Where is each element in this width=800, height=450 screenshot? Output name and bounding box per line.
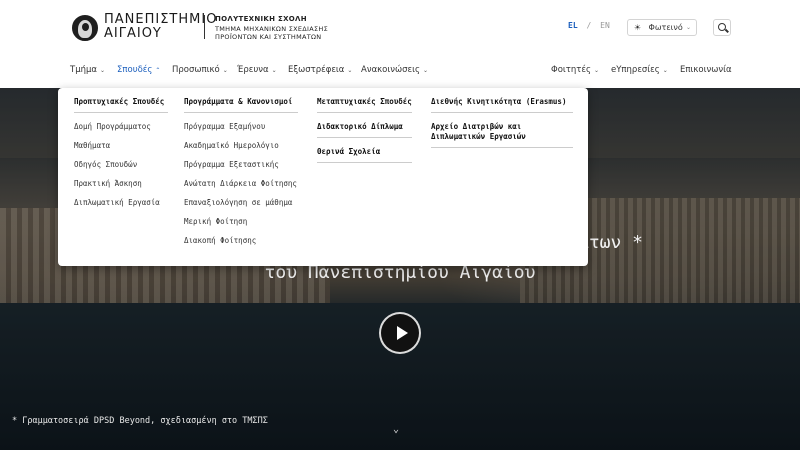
menu-link[interactable]: Δομή Προγράμματος bbox=[74, 122, 168, 132]
nav-item-contact[interactable]: Επικοινωνία bbox=[680, 65, 732, 75]
main-nav: Τμήμα ⌄ Σπουδές ⌃ Προσωπικό ⌄ Έρευνα ⌄ Εξωστ… bbox=[0, 62, 800, 80]
nav-item-research[interactable]: Έρευνα ⌄ bbox=[237, 65, 277, 75]
theme-label: Φωτεινό bbox=[648, 23, 683, 32]
menu-heading-postgrad[interactable]: Μεταπτυχιακές Σπουδές bbox=[317, 97, 412, 113]
menu-column-postgrad: Μεταπτυχιακές Σπουδές Διδακτορικό Δίπλωμ… bbox=[317, 97, 412, 172]
site-header: ΠΑΝΕΠΙΣΤΗΜΙΟ ΑΙΓΑΙΟΥ ΠΟΛΥΤΕΧΝΙΚΗ ΣΧΟΛΗ Τ… bbox=[0, 0, 800, 88]
menu-heading-thesis-archive[interactable]: Αρχείο Διατριβών και Διπλωματικών Εργασι… bbox=[431, 122, 573, 148]
chevron-down-icon: ⌄ bbox=[100, 67, 106, 74]
chevron-down-icon: ⌄ bbox=[662, 67, 668, 74]
thesis-archive-line1: Αρχείο Διατριβών και bbox=[431, 122, 522, 131]
font-credit-note: * Γραμματοσειρά DPSD Beyond, σχεδιασμένη… bbox=[12, 416, 268, 426]
menu-heading-summer-schools[interactable]: Θερινά Σχολεία bbox=[317, 147, 412, 163]
menu-link[interactable]: Διπλωματική Εργασία bbox=[74, 198, 168, 208]
play-icon bbox=[397, 326, 408, 340]
menu-link[interactable]: Μερική Φοίτηση bbox=[184, 217, 298, 227]
lang-el-link[interactable]: EL bbox=[568, 21, 578, 30]
language-switcher: EL / EN bbox=[568, 21, 610, 30]
menu-link[interactable]: Πρόγραμμα Εξαμήνου bbox=[184, 122, 298, 132]
menu-link[interactable]: Ακαδημαϊκό Ημερολόγιο bbox=[184, 141, 298, 151]
chevron-down-icon[interactable]: ⌄ bbox=[393, 424, 399, 435]
chevron-up-icon: ⌃ bbox=[155, 67, 161, 74]
department-name-line2: ΠΡΟΪΟΝΤΩΝ ΚΑΙ ΣΥΣΤΗΜΑΤΩΝ bbox=[215, 33, 322, 41]
menu-link[interactable]: Πρακτική Άσκηση bbox=[74, 179, 168, 189]
menu-link[interactable]: Οδηγός Σπουδών bbox=[74, 160, 168, 170]
menu-heading-programs[interactable]: Προγράμματα & Κανονισμοί bbox=[184, 97, 298, 113]
menu-heading-erasmus[interactable]: Διεθνής Κινητικότητα (Erasmus) bbox=[431, 97, 573, 113]
sun-icon: ☀ bbox=[633, 23, 642, 32]
lang-separator: / bbox=[586, 21, 592, 30]
play-video-button[interactable] bbox=[379, 312, 421, 354]
menu-link[interactable]: Ανώτατη Διάρκεια Φοίτησης bbox=[184, 179, 298, 189]
university-name-line1: ΠΑΝΕΠΙΣΤΗΜΙΟ bbox=[104, 12, 218, 27]
nav-item-studies[interactable]: Σπουδές ⌃ bbox=[117, 65, 160, 75]
nav-item-students[interactable]: Φοιτητές ⌄ bbox=[551, 65, 599, 75]
menu-heading-undergrad[interactable]: Προπτυχιακές Σπουδές bbox=[74, 97, 168, 113]
nav-item-staff[interactable]: Προσωπικό ⌄ bbox=[172, 65, 228, 75]
nav-item-department[interactable]: Τμήμα ⌄ bbox=[70, 65, 105, 75]
department-name[interactable]: ΠΟΛΥΤΕΧΝΙΚΗ ΣΧΟΛΗ ΤΜΗΜΑ ΜΗΧΑΝΙΚΩΝ ΣΧΕΔΙΑ… bbox=[215, 15, 328, 41]
university-name-line2: ΑΙΓΑΙΟΥ bbox=[104, 26, 162, 41]
nav-item-announcements[interactable]: Ανακοινώσεις ⌄ bbox=[361, 65, 428, 75]
theme-toggle-button[interactable]: ☀ Φωτεινό ⌄ bbox=[627, 19, 697, 36]
chevron-down-icon: ⌄ bbox=[593, 67, 600, 74]
department-name-line1: ΤΜΗΜΑ ΜΗΧΑΝΙΚΩΝ ΣΧΕΔΙΑΣΗΣ bbox=[215, 25, 328, 33]
menu-link[interactable]: Επαναξιολόγηση σε μάθημα bbox=[184, 198, 298, 208]
studies-dropdown-menu: Προπτυχιακές Σπουδές Δομή Προγράμματος Μ… bbox=[58, 88, 588, 266]
nav-item-eservices[interactable]: eΥπηρεσίες ⌄ bbox=[611, 65, 668, 75]
chevron-down-icon: ⌄ bbox=[271, 67, 277, 74]
menu-link[interactable]: Διακοπή Φοίτησης bbox=[184, 236, 298, 246]
menu-link[interactable]: Μαθήματα bbox=[74, 141, 168, 151]
thesis-archive-line2: Διπλωματικών Εργασιών bbox=[431, 132, 526, 141]
chevron-down-icon: ⌄ bbox=[422, 67, 428, 74]
menu-column-programs: Προγράμματα & Κανονισμοί Πρόγραμμα Εξαμή… bbox=[184, 97, 298, 246]
chevron-down-icon: ⌄ bbox=[222, 67, 228, 74]
menu-column-international: Διεθνής Κινητικότητα (Erasmus) Αρχείο Δι… bbox=[431, 97, 573, 157]
logo-divider bbox=[204, 15, 205, 39]
university-seal-logo[interactable] bbox=[72, 15, 98, 41]
menu-heading-phd[interactable]: Διδακτορικό Δίπλωμα bbox=[317, 122, 412, 138]
chevron-down-icon: ⌄ bbox=[685, 24, 691, 31]
lang-en-link[interactable]: EN bbox=[600, 21, 610, 30]
nav-item-outreach[interactable]: Εξωστρέφεια ⌄ bbox=[288, 65, 352, 75]
school-name: ΠΟΛΥΤΕΧΝΙΚΗ ΣΧΟΛΗ bbox=[215, 15, 307, 23]
chevron-down-icon: ⌄ bbox=[347, 67, 353, 74]
menu-column-undergrad: Προπτυχιακές Σπουδές Δομή Προγράμματος Μ… bbox=[74, 97, 168, 208]
university-name[interactable]: ΠΑΝΕΠΙΣΤΗΜΙΟ ΑΙΓΑΙΟΥ bbox=[104, 13, 217, 41]
search-button[interactable] bbox=[713, 19, 731, 36]
menu-link[interactable]: Πρόγραμμα Εξεταστικής bbox=[184, 160, 298, 170]
